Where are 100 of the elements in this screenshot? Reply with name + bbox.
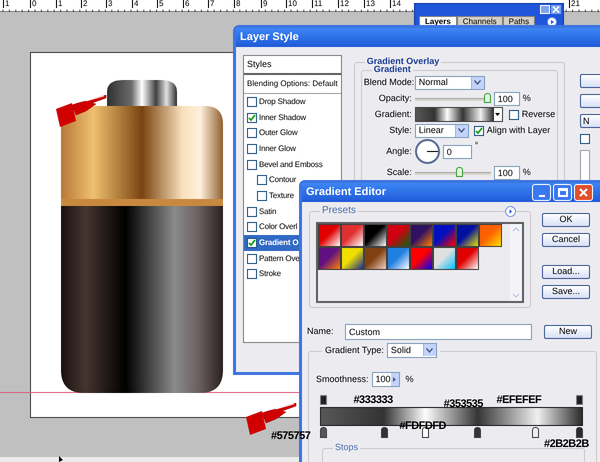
- preset-swatch[interactable]: [341, 246, 364, 270]
- color-stop[interactable]: [474, 426, 481, 438]
- preset-swatch[interactable]: [318, 224, 341, 247]
- ruler-label: 12: [338, 0, 349, 8]
- field-label: Style:: [388, 124, 412, 137]
- close-icon: [551, 5, 561, 14]
- checkbox[interactable]: [247, 144, 257, 154]
- checkbox[interactable]: [247, 96, 257, 107]
- cursor-icon: [59, 456, 64, 462]
- minimize-button[interactable]: [532, 184, 551, 201]
- checkbox[interactable]: [257, 175, 267, 186]
- color-stop[interactable]: [320, 426, 327, 438]
- unit-label: %: [406, 372, 414, 386]
- unit-label: %: [522, 166, 531, 179]
- list-item[interactable]: Blending Options: Default: [244, 75, 341, 94]
- slider[interactable]: [414, 167, 491, 178]
- input-field[interactable]: 100: [494, 92, 520, 106]
- ruler-label: 3: [106, 0, 112, 8]
- preset-swatch[interactable]: [456, 224, 479, 247]
- maximize-button[interactable]: [553, 184, 572, 201]
- ruler-label: 5: [157, 0, 164, 8]
- annotation-label: #333333: [353, 395, 393, 406]
- checkbox[interactable]: [580, 134, 590, 144]
- preset-swatch[interactable]: [410, 224, 433, 247]
- checkbox[interactable]: [247, 160, 257, 170]
- unit-label: °: [474, 139, 478, 152]
- field-label: Gradient:: [374, 108, 412, 121]
- input-field[interactable]: 0: [442, 144, 472, 158]
- checkbox[interactable]: [247, 269, 257, 280]
- ruler-label: 8: [234, 0, 240, 8]
- annotation-label: #2B2B2B: [544, 439, 589, 450]
- ruler-label: 21: [569, 0, 580, 8]
- checkbox[interactable]: [247, 128, 257, 138]
- checkbox[interactable]: [247, 238, 257, 248]
- button[interactable]: New: [544, 324, 592, 339]
- preset-swatch[interactable]: [341, 224, 364, 247]
- field-label: Opacity:: [378, 92, 412, 105]
- preset-swatch[interactable]: [387, 246, 410, 270]
- preset-swatch[interactable]: [364, 246, 387, 270]
- checkbox[interactable]: [508, 110, 519, 120]
- dropdown[interactable]: Solid: [386, 342, 437, 358]
- ruler-label: 7: [208, 0, 214, 8]
- checkbox[interactable]: [247, 254, 257, 264]
- color-stop[interactable]: [381, 426, 388, 438]
- annotation-label: #353535: [444, 399, 483, 410]
- button[interactable]: Cancel: [542, 232, 590, 247]
- field-label: Angle:: [385, 144, 412, 158]
- input-field[interactable]: 100: [372, 372, 400, 387]
- field-label: Scale:: [386, 166, 412, 179]
- input-field[interactable]: 100: [494, 166, 520, 180]
- button[interactable]: N: [580, 114, 600, 128]
- pointing-hand-icon: [56, 95, 108, 129]
- button[interactable]: OK: [542, 212, 590, 227]
- input-field[interactable]: Custom: [345, 324, 532, 340]
- ruler-label: 11: [312, 0, 322, 8]
- style-list-item[interactable]: Inner Shadow: [244, 110, 341, 126]
- opacity-stop[interactable]: [320, 394, 327, 405]
- color-stop[interactable]: [532, 426, 540, 438]
- color-stop[interactable]: [576, 426, 583, 438]
- ruler-label: 9: [261, 0, 268, 8]
- close-button[interactable]: [574, 184, 593, 201]
- button[interactable]: Load...: [542, 264, 590, 279]
- group-title: Stops: [333, 442, 360, 452]
- unit-label: %: [522, 92, 531, 105]
- checkbox[interactable]: [247, 206, 257, 217]
- checkbox[interactable]: [257, 190, 267, 201]
- field-label: Name:: [307, 325, 335, 338]
- preset-swatch[interactable]: [433, 224, 456, 247]
- preset-swatch[interactable]: [479, 224, 502, 247]
- preset-swatch[interactable]: [433, 246, 456, 270]
- angle-dial[interactable]: [414, 139, 440, 164]
- ruler-label: 14: [390, 0, 401, 8]
- style-list-item[interactable]: Inner Glow: [244, 141, 341, 157]
- preset-swatch[interactable]: [456, 246, 479, 270]
- field-label: Smoothness:: [316, 372, 369, 386]
- opacity-stop[interactable]: [576, 394, 583, 405]
- group-title: Gradient Overlay: [364, 57, 442, 66]
- preset-swatch[interactable]: [387, 224, 410, 247]
- slider[interactable]: [414, 93, 491, 104]
- checkbox[interactable]: [247, 112, 257, 123]
- checkbox[interactable]: [474, 126, 484, 136]
- checkbox[interactable]: [247, 222, 257, 232]
- preset-swatch[interactable]: [364, 224, 387, 247]
- list-header: Styles: [244, 56, 341, 75]
- style-list-item[interactable]: Bevel and Emboss: [244, 156, 341, 172]
- gradient-preview[interactable]: [414, 107, 503, 122]
- ruler-label: 0: [30, 0, 36, 8]
- style-list-item[interactable]: Drop Shadow: [244, 94, 341, 110]
- preset-swatch[interactable]: [318, 246, 341, 270]
- preset-swatch[interactable]: [410, 246, 433, 270]
- caret-icon: [458, 128, 466, 133]
- ruler-label: 4: [132, 0, 138, 8]
- style-list-item[interactable]: Outer Glow: [244, 125, 341, 142]
- check-icon: [248, 114, 256, 122]
- dropdown[interactable]: Linear: [414, 124, 469, 138]
- caret-icon: [393, 376, 396, 382]
- dropdown[interactable]: Normal: [414, 76, 485, 90]
- ruler-label: 2: [81, 0, 88, 8]
- button[interactable]: Save...: [542, 284, 590, 299]
- ruler-label: 6: [183, 0, 190, 8]
